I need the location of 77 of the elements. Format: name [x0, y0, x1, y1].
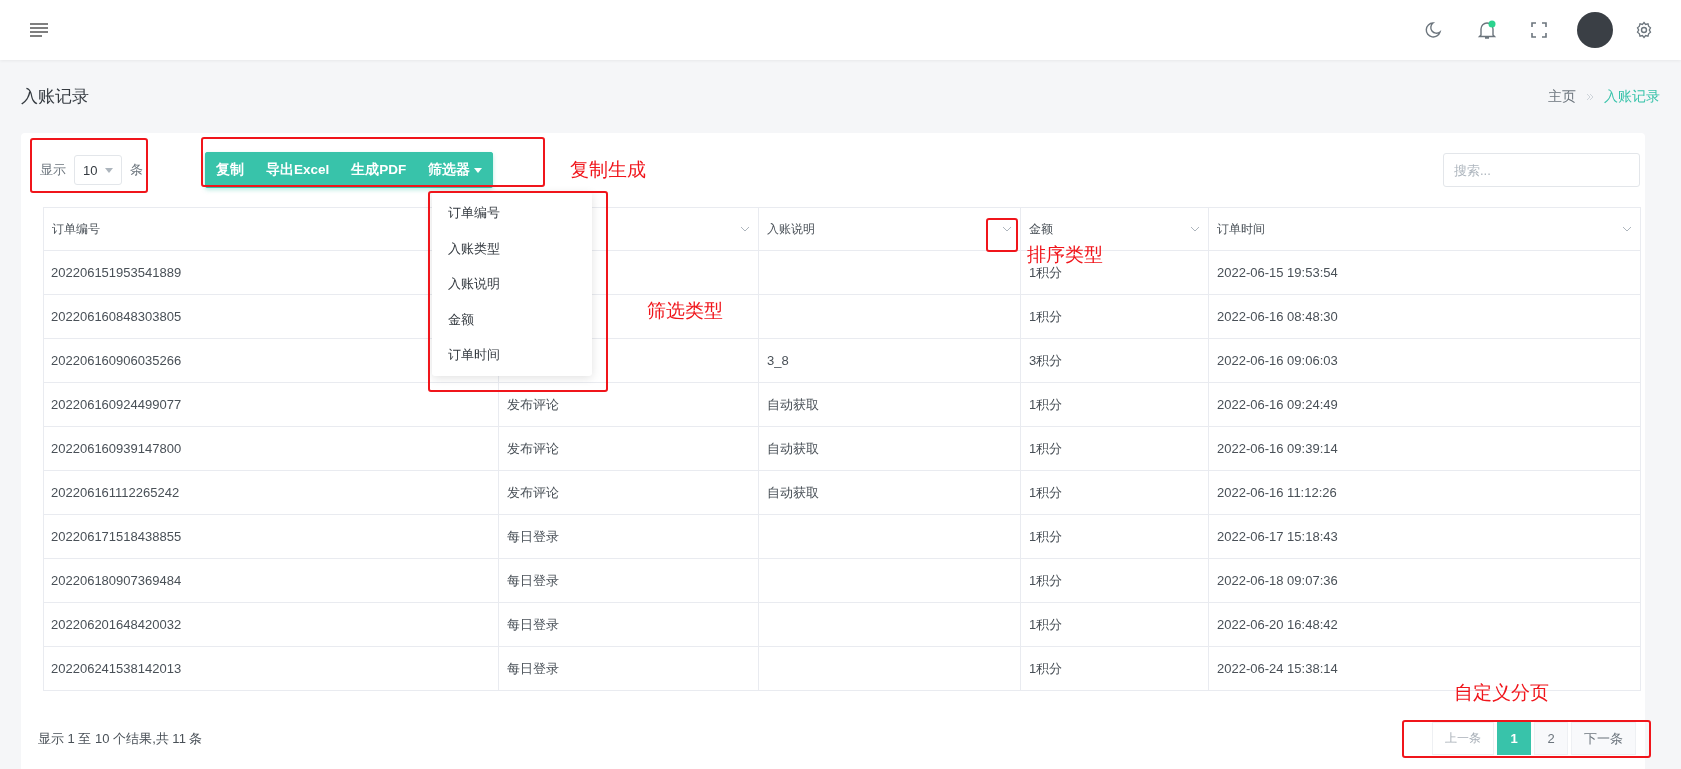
- sort-chevron-icon[interactable]: [1190, 226, 1200, 232]
- page-title: 入账记录: [21, 86, 89, 108]
- breadcrumb-link[interactable]: 主页: [1548, 87, 1576, 106]
- menu-item[interactable]: 入账类型: [432, 230, 592, 266]
- chevron-separator-icon: [1586, 92, 1594, 101]
- table-cell: 2022-06-18 09:07:36: [1217, 573, 1338, 588]
- settings-icon[interactable]: [1635, 21, 1653, 39]
- column-header[interactable]: 金额: [1029, 220, 1053, 238]
- menu-item[interactable]: 金额: [432, 301, 592, 337]
- menu-item[interactable]: 订单时间: [432, 337, 592, 373]
- table-cell: 2022-06-24 15:38:14: [1217, 661, 1338, 676]
- table-cell: 202206151953541889: [51, 265, 182, 280]
- sort-chevron-icon[interactable]: [740, 226, 750, 232]
- table-cell: 2022-06-16 09:39:14: [1217, 441, 1338, 456]
- table-cell: 202206180907369484: [51, 573, 182, 588]
- table-cell: 202206160848303805: [51, 309, 182, 324]
- table-cell: 1积分: [1029, 396, 1063, 412]
- table-cell: 202206160939147800: [51, 441, 182, 456]
- annotation-label: 自定义分页: [1454, 681, 1549, 705]
- table-cell: 202206171518438855: [51, 529, 182, 544]
- table-cell: 3积分: [1029, 352, 1063, 368]
- search-field[interactable]: 搜索...: [1443, 153, 1640, 187]
- table-cell: 3_8: [767, 353, 789, 368]
- table-cell: 1积分: [1029, 440, 1063, 456]
- table-cell: 202206160906035266: [51, 353, 182, 368]
- moon-icon[interactable]: [1425, 21, 1443, 39]
- caret-icon: [474, 167, 483, 173]
- table-cell: 1积分: [1029, 264, 1063, 280]
- table-cell: 1积分: [1029, 484, 1063, 500]
- table-cell: 2022-06-16 09:24:49: [1217, 397, 1338, 412]
- table-cell: 每日登录: [507, 616, 559, 632]
- menu-item[interactable]: 入账说明: [432, 266, 592, 302]
- avatar[interactable]: [1577, 12, 1613, 48]
- table-cell: 2022-06-17 15:18:43: [1217, 529, 1338, 544]
- menu-item[interactable]: 订单编号: [432, 195, 592, 231]
- show-label: 显示: [40, 161, 66, 179]
- table-cell: 每日登录: [507, 660, 559, 676]
- sort-chevron-icon[interactable]: [1622, 226, 1632, 232]
- table-info: 显示 1 至 10 个结果,共 11 条: [38, 729, 203, 748]
- table-cell: 每日登录: [507, 528, 559, 544]
- fullscreen-icon[interactable]: [1531, 22, 1547, 38]
- table-cell: 发布评论: [507, 440, 559, 456]
- menu-icon[interactable]: [30, 23, 48, 37]
- table-cell: 2022-06-16 11:12:26: [1217, 485, 1337, 500]
- table-cell: 1积分: [1029, 572, 1063, 588]
- bell-icon[interactable]: [1477, 20, 1497, 40]
- entries-label: 条: [130, 161, 143, 179]
- table-cell: 202206161112265242: [51, 485, 180, 500]
- table-cell: 2022-06-15 19:53:54: [1217, 265, 1338, 280]
- annotation-frame: [986, 218, 1018, 252]
- table-cell: 自动获取: [767, 396, 819, 412]
- table-cell: 1积分: [1029, 308, 1063, 324]
- sort-chevron-icon[interactable]: [1002, 226, 1012, 232]
- pagination-button[interactable]: 下一条: [1571, 722, 1636, 755]
- table-cell: 202206160924499077: [51, 397, 182, 412]
- table-cell: 1积分: [1029, 528, 1063, 544]
- table-cell: 2022-06-20 16:48:42: [1217, 617, 1338, 632]
- table-cell: 发布评论: [507, 396, 559, 412]
- column-header[interactable]: 入账说明: [767, 220, 815, 238]
- table-cell: 2022-06-16 09:06:03: [1217, 353, 1338, 368]
- table-cell: 202206241538142013: [51, 661, 182, 676]
- table-cell: 1积分: [1029, 660, 1063, 676]
- annotation-label: 排序类型: [1027, 243, 1103, 266]
- column-header[interactable]: 订单时间: [1217, 220, 1265, 238]
- annotation-label: 筛选类型: [647, 299, 723, 323]
- caret-icon: [105, 167, 113, 173]
- table-cell: 发布评论: [507, 484, 559, 500]
- annotation-label: 复制生成: [570, 158, 646, 182]
- page-size-select[interactable]: 10: [74, 155, 122, 185]
- table-cell: 2022-06-16 08:48:30: [1217, 309, 1338, 324]
- column-header[interactable]: 订单编号: [52, 220, 100, 238]
- table-cell: 自动获取: [767, 484, 819, 500]
- table-cell: 1积分: [1029, 616, 1063, 632]
- pagination-button[interactable]: 2: [1534, 722, 1568, 755]
- table-cell: 自动获取: [767, 440, 819, 456]
- table-cell: 202206201648420032: [51, 617, 182, 632]
- table-cell: 每日登录: [507, 572, 559, 588]
